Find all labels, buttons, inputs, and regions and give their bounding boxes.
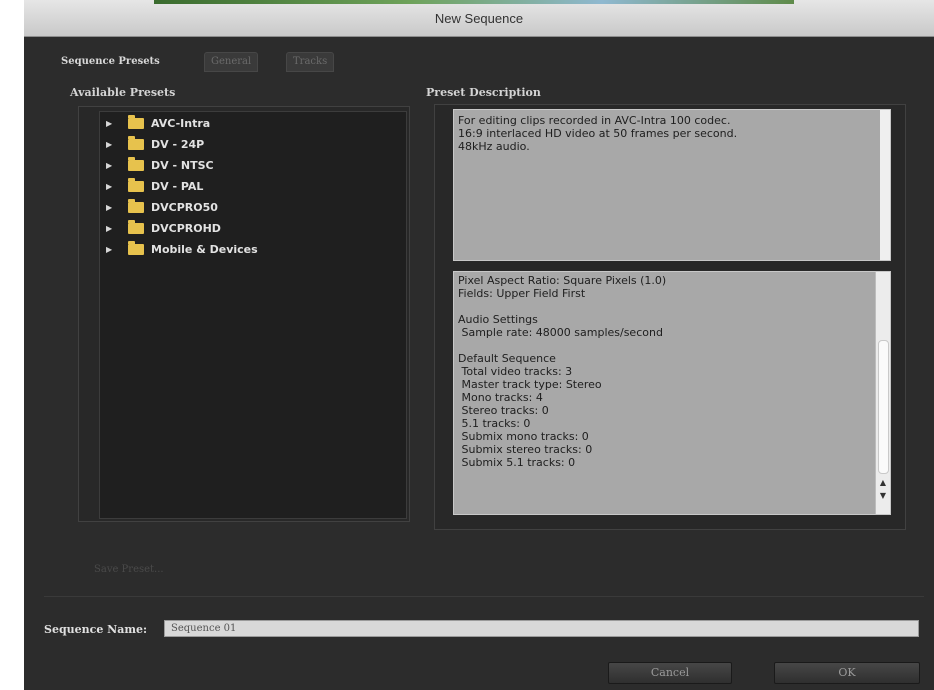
preset-folder-label: Mobile & Devices bbox=[151, 242, 258, 256]
detail-line: Total video tracks: 3 bbox=[458, 365, 573, 378]
preset-details-text: Pixel Aspect Ratio: Square Pixels (1.0) … bbox=[453, 271, 891, 515]
title-bar: New Sequence bbox=[24, 0, 934, 37]
preset-folder-label: DVCPRO50 bbox=[151, 200, 218, 214]
preset-folder-dvcpro50[interactable]: ▶ DVCPRO50 bbox=[106, 198, 218, 216]
cancel-button[interactable]: Cancel bbox=[608, 662, 732, 684]
preset-description-label: Preset Description bbox=[426, 86, 541, 99]
sequence-name-label: Sequence Name: bbox=[44, 623, 148, 636]
presets-tree[interactable]: ▶ AVC-Intra ▶ DV - 24P ▶ DV - NTSC ▶ DV … bbox=[99, 111, 407, 519]
expand-triangle-icon[interactable]: ▶ bbox=[106, 140, 118, 149]
tab-tracks[interactable]: Tracks bbox=[286, 52, 335, 72]
detail-line: Sample rate: 48000 samples/second bbox=[458, 326, 663, 339]
scroll-up-arrow-icon[interactable]: ▲ bbox=[876, 477, 890, 489]
title-bar-accent bbox=[154, 0, 794, 4]
ok-button[interactable]: OK bbox=[774, 662, 920, 684]
scrollbar-thumb[interactable] bbox=[878, 340, 889, 474]
detail-line: Audio Settings bbox=[458, 313, 538, 326]
expand-triangle-icon[interactable]: ▶ bbox=[106, 182, 118, 191]
presets-panel: ▶ AVC-Intra ▶ DV - 24P ▶ DV - NTSC ▶ DV … bbox=[78, 106, 410, 522]
folder-icon bbox=[128, 135, 144, 150]
new-sequence-dialog: New Sequence Sequence Presets General Tr… bbox=[24, 0, 934, 690]
detail-line: Submix stereo tracks: 0 bbox=[458, 443, 593, 456]
folder-icon bbox=[128, 156, 144, 171]
window-title: New Sequence bbox=[434, 11, 524, 26]
folder-icon bbox=[128, 114, 144, 129]
tab-sequence-presets[interactable]: Sequence Presets bbox=[54, 52, 167, 72]
description-line: 48kHz audio. bbox=[458, 140, 530, 153]
detail-line: Pixel Aspect Ratio: Square Pixels (1.0) bbox=[458, 274, 667, 287]
divider bbox=[44, 596, 924, 597]
preset-folder-dv-pal[interactable]: ▶ DV - PAL bbox=[106, 177, 203, 195]
detail-line: Fields: Upper Field First bbox=[458, 287, 586, 300]
save-preset-button[interactable]: Save Preset... bbox=[86, 564, 172, 580]
expand-triangle-icon[interactable]: ▶ bbox=[106, 224, 118, 233]
preset-folder-dv-24p[interactable]: ▶ DV - 24P bbox=[106, 135, 204, 153]
description-line: For editing clips recorded in AVC-Intra … bbox=[458, 114, 731, 127]
preset-folder-mobile-devices[interactable]: ▶ Mobile & Devices bbox=[106, 240, 258, 258]
description-scroll-track[interactable] bbox=[880, 110, 890, 260]
folder-icon bbox=[128, 198, 144, 213]
detail-line: Submix 5.1 tracks: 0 bbox=[458, 456, 576, 469]
preset-folder-label: DV - 24P bbox=[151, 137, 205, 151]
detail-line: Stereo tracks: 0 bbox=[458, 404, 549, 417]
folder-icon bbox=[128, 240, 144, 255]
description-panel: For editing clips recorded in AVC-Intra … bbox=[434, 104, 906, 530]
folder-icon bbox=[128, 219, 144, 234]
detail-line: 5.1 tracks: 0 bbox=[458, 417, 531, 430]
preset-folder-label: DVCPROHD bbox=[151, 221, 221, 235]
tab-general[interactable]: General bbox=[204, 52, 259, 72]
description-line: 16:9 interlaced HD video at 50 frames pe… bbox=[458, 127, 738, 140]
preset-folder-label: DV - NTSC bbox=[151, 158, 214, 172]
detail-line: Default Sequence bbox=[458, 352, 556, 365]
detail-line: Submix mono tracks: 0 bbox=[458, 430, 589, 443]
detail-line: Mono tracks: 4 bbox=[458, 391, 543, 404]
detail-line bbox=[458, 339, 868, 352]
detail-line: Master track type: Stereo bbox=[458, 378, 602, 391]
folder-icon bbox=[128, 177, 144, 192]
preset-folder-dv-ntsc[interactable]: ▶ DV - NTSC bbox=[106, 156, 214, 174]
details-scrollbar[interactable]: ▲ ▼ bbox=[875, 272, 890, 514]
preset-folder-dvcprohd[interactable]: ▶ DVCPROHD bbox=[106, 219, 221, 237]
expand-triangle-icon[interactable]: ▶ bbox=[106, 161, 118, 170]
preset-folder-label: AVC-Intra bbox=[151, 116, 211, 130]
preset-description-text: For editing clips recorded in AVC-Intra … bbox=[453, 109, 891, 261]
detail-line bbox=[458, 300, 868, 313]
expand-triangle-icon[interactable]: ▶ bbox=[106, 245, 118, 254]
scroll-down-arrow-icon[interactable]: ▼ bbox=[876, 490, 890, 502]
expand-triangle-icon[interactable]: ▶ bbox=[106, 203, 118, 212]
preset-folder-avc-intra[interactable]: ▶ AVC-Intra bbox=[106, 114, 210, 132]
sequence-name-input[interactable]: Sequence 01 bbox=[164, 620, 919, 637]
available-presets-label: Available Presets bbox=[70, 86, 176, 99]
expand-triangle-icon[interactable]: ▶ bbox=[106, 119, 118, 128]
preset-folder-label: DV - PAL bbox=[151, 179, 204, 193]
